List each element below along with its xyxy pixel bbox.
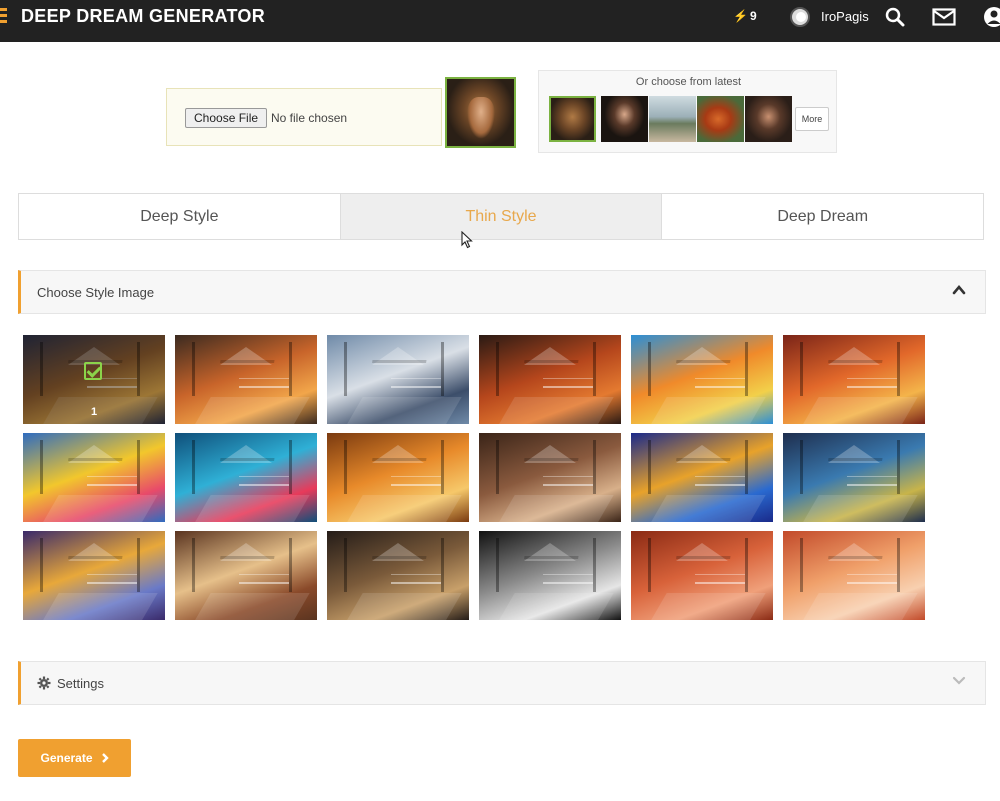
tab-deep-style[interactable]: Deep Style xyxy=(19,194,341,239)
user-icon[interactable] xyxy=(982,6,1000,28)
latest-thumb-man-with-hair[interactable] xyxy=(745,96,792,142)
style-thumb[interactable] xyxy=(175,531,317,620)
style-thumb[interactable] xyxy=(783,433,925,522)
chevron-up-icon[interactable] xyxy=(951,282,967,298)
menu-icon[interactable] xyxy=(0,8,7,24)
settings-title: Settings xyxy=(57,676,104,691)
chevron-down-icon[interactable] xyxy=(951,673,967,689)
style-thumb[interactable] xyxy=(23,531,165,620)
energy-counter[interactable]: ⚡ 9 xyxy=(733,9,757,23)
selected-number: 1 xyxy=(90,406,98,418)
style-thumb[interactable] xyxy=(783,335,925,424)
more-button[interactable]: More xyxy=(795,107,829,131)
style-thumb[interactable] xyxy=(631,433,773,522)
style-thumb[interactable] xyxy=(479,335,621,424)
choose-file-button[interactable]: Choose File xyxy=(185,108,268,128)
top-bar: DEEP DREAM GENERATOR ⚡ 9 IroPagis xyxy=(0,0,1000,42)
chevron-right-icon xyxy=(101,753,109,763)
style-thumb[interactable] xyxy=(783,531,925,620)
style-thumb[interactable] xyxy=(327,433,469,522)
uploaded-image-preview xyxy=(445,77,516,148)
style-thumb[interactable] xyxy=(479,433,621,522)
latest-thumb-child-by-lake[interactable] xyxy=(649,96,696,142)
tab-deep-dream[interactable]: Deep Dream xyxy=(662,194,983,239)
style-thumb[interactable] xyxy=(631,531,773,620)
style-thumb[interactable]: 1 xyxy=(23,335,165,424)
tab-thin-style[interactable]: Thin Style xyxy=(340,194,663,239)
username[interactable]: IroPagis xyxy=(821,9,869,24)
style-thumb[interactable] xyxy=(631,335,773,424)
brand-logo[interactable]: DEEP DREAM GENERATOR xyxy=(21,6,265,27)
settings-header[interactable]: Settings xyxy=(18,661,986,705)
style-mode-tabs: Deep Style Thin Style Deep Dream xyxy=(18,193,984,240)
lightning-icon: ⚡ xyxy=(733,9,748,23)
latest-thumb-chicken[interactable] xyxy=(697,96,744,142)
generate-button[interactable]: Generate xyxy=(18,739,131,777)
style-thumb[interactable] xyxy=(23,433,165,522)
no-file-text: No file chosen xyxy=(271,111,348,125)
checkmark-icon xyxy=(84,362,102,380)
style-thumb[interactable] xyxy=(327,531,469,620)
style-thumb[interactable] xyxy=(175,335,317,424)
avatar[interactable] xyxy=(790,7,810,27)
generate-label: Generate xyxy=(40,751,93,765)
latest-title: Or choose from latest xyxy=(635,76,742,88)
search-icon[interactable] xyxy=(883,6,907,28)
choose-style-image-header[interactable]: Choose Style Image xyxy=(18,270,986,314)
style-thumb[interactable] xyxy=(479,531,621,620)
panel-title: Choose Style Image xyxy=(37,285,155,300)
upload-box: Choose File No file chosen xyxy=(166,88,442,146)
gear-icon xyxy=(37,676,51,690)
latest-thumb-dog[interactable] xyxy=(549,96,596,142)
mouse-cursor-icon xyxy=(461,231,473,249)
style-thumb[interactable] xyxy=(327,335,469,424)
mail-icon[interactable] xyxy=(932,6,956,28)
latest-thumb-man-with-beard[interactable] xyxy=(601,96,648,142)
energy-value: 9 xyxy=(749,9,757,23)
style-thumb[interactable] xyxy=(175,433,317,522)
latest-images-panel: Or choose from latest More xyxy=(538,70,837,153)
